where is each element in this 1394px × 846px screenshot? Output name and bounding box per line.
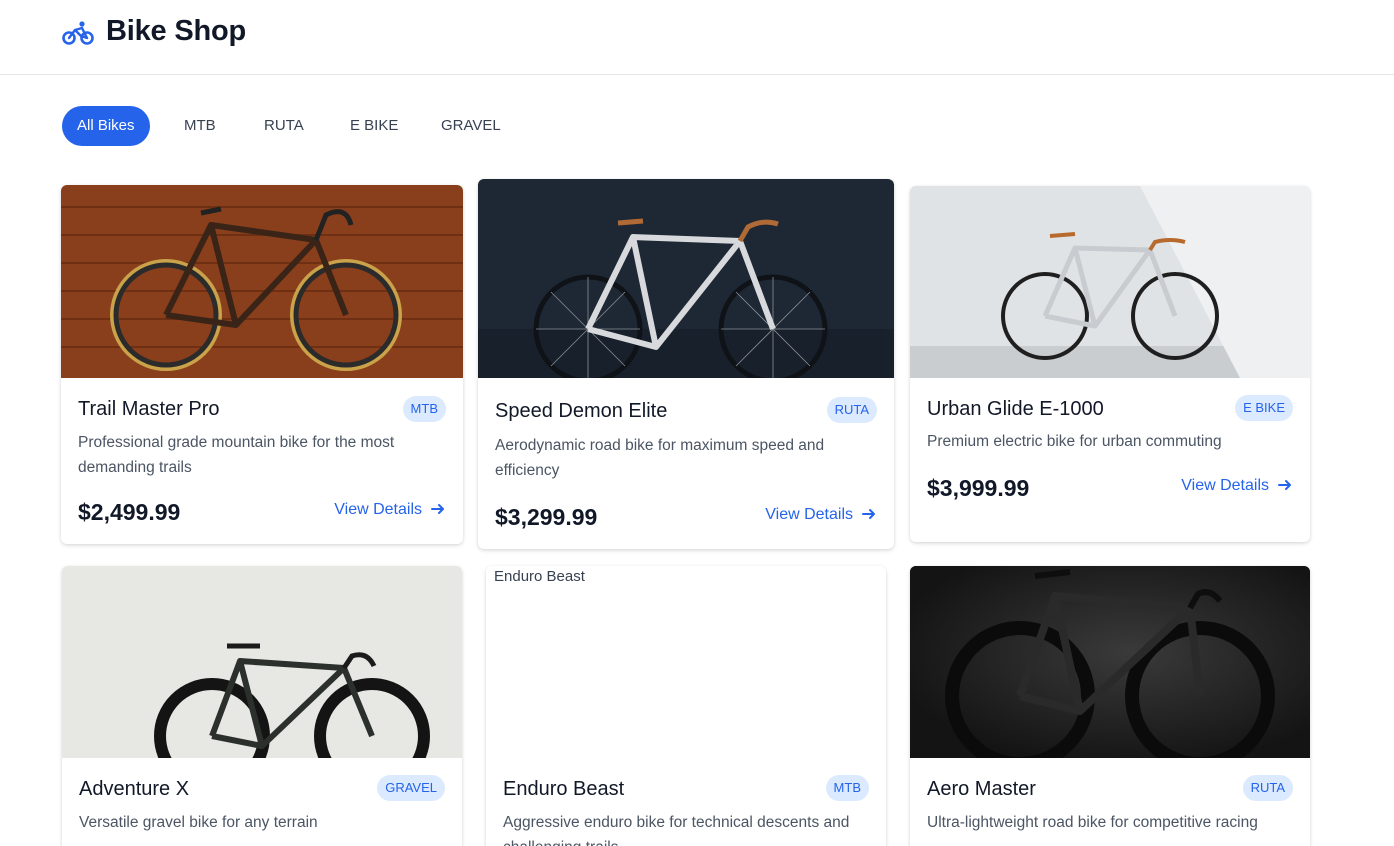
product-card[interactable]: Enduro Beast Enduro Beast MTB Aggressive…: [486, 566, 886, 846]
view-details-label: View Details: [765, 506, 853, 523]
product-description: Ultra-lightweight road bike for competit…: [927, 814, 1258, 831]
category-badge: RUTA: [1242, 775, 1293, 801]
product-description: Premium electric bike for urban commutin…: [927, 433, 1222, 450]
view-details-link[interactable]: View Details: [1181, 477, 1293, 495]
product-description: Versatile gravel bike for any terrain: [79, 814, 318, 831]
product-image: Enduro Beast: [486, 566, 886, 758]
category-badge: MTB: [825, 775, 869, 801]
filter-all-bikes[interactable]: All Bikes: [62, 106, 150, 146]
view-details-link[interactable]: View Details: [334, 501, 446, 519]
view-details-label: View Details: [334, 501, 422, 518]
view-details-label: View Details: [1181, 477, 1269, 494]
product-image: [61, 185, 463, 378]
app-header: Bike Shop: [0, 0, 1394, 75]
filter-gravel[interactable]: GRAVEL: [441, 106, 501, 146]
product-card[interactable]: Adventure X GRAVEL Versatile gravel bike…: [62, 566, 462, 846]
category-badge: E BIKE: [1235, 395, 1293, 421]
filter-mtb[interactable]: MTB: [184, 106, 216, 146]
product-card[interactable]: Aero Master RUTA Ultra-lightweight road …: [910, 566, 1310, 846]
product-description: Aerodynamic road bike for maximum speed …: [495, 437, 825, 479]
product-card[interactable]: Trail Master Pro MTB Professional grade …: [61, 185, 463, 544]
product-image: [910, 566, 1310, 758]
product-name: Speed Demon Elite: [495, 400, 668, 422]
app-title: Bike Shop: [106, 15, 246, 47]
filter-e-bike[interactable]: E BIKE: [350, 106, 398, 146]
image-alt-text: Enduro Beast: [494, 568, 585, 585]
product-price: $2,499.99: [78, 499, 181, 525]
product-name: Aero Master: [927, 778, 1036, 800]
category-badge: GRAVEL: [377, 775, 445, 801]
product-name: Enduro Beast: [503, 778, 625, 800]
product-image: [910, 186, 1310, 378]
product-image: [478, 179, 894, 378]
product-image: [62, 566, 462, 758]
product-name: Trail Master Pro: [78, 398, 220, 420]
product-name: Adventure X: [79, 778, 190, 800]
arrow-right-icon: [431, 504, 444, 514]
product-description: Aggressive enduro bike for technical des…: [503, 814, 850, 846]
category-badge: MTB: [402, 396, 446, 422]
view-details-link[interactable]: View Details: [765, 506, 877, 524]
product-name: Urban Glide E-1000: [927, 398, 1104, 420]
filter-ruta[interactable]: RUTA: [264, 106, 304, 146]
arrow-right-icon: [862, 509, 875, 519]
product-card[interactable]: Speed Demon Elite RUTA Aerodynamic road …: [478, 179, 894, 549]
product-price: $3,999.99: [927, 475, 1030, 501]
category-badge: RUTA: [826, 397, 877, 423]
product-description: Professional grade mountain bike for the…: [78, 434, 395, 476]
bicycle-icon: [62, 20, 94, 46]
arrow-right-icon: [1278, 480, 1291, 490]
product-card[interactable]: Urban Glide E-1000 E BIKE Premium electr…: [910, 186, 1310, 542]
product-price: $3,299.99: [495, 504, 598, 530]
